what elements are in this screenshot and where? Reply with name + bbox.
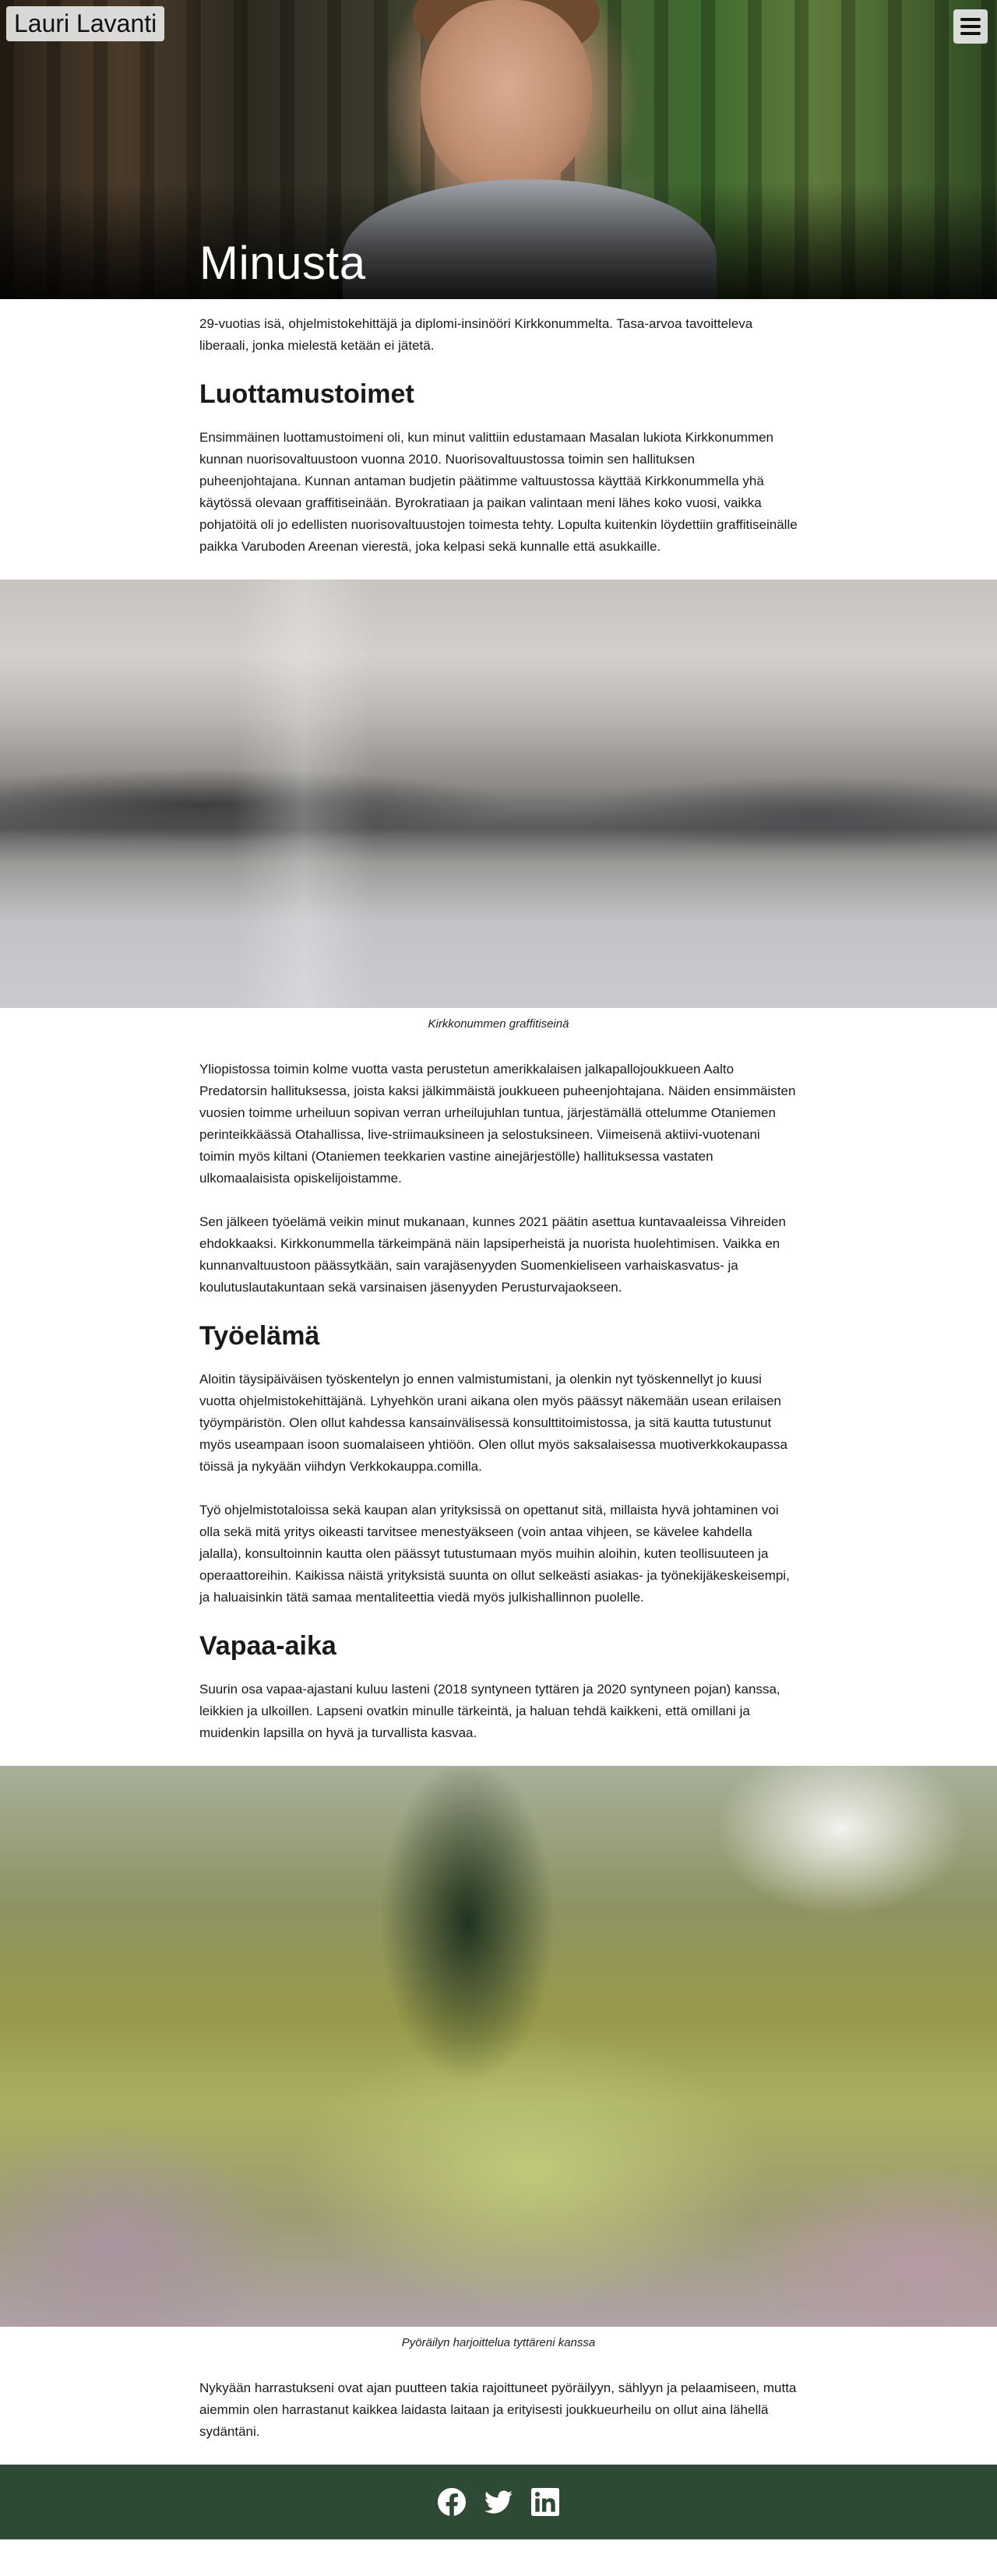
luottamus-continued: Yliopistossa toimin kolme vuotta vasta p… — [199, 1059, 798, 1744]
cycling-practice-image — [0, 1766, 997, 2327]
vapaa-continued: Nykyään harrastukseni ovat ajan puutteen… — [199, 2377, 798, 2443]
vapaa-paragraph-2: Nykyään harrastukseni ovat ajan puutteen… — [199, 2380, 797, 2439]
site-footer — [0, 2465, 997, 2539]
tyoelama-paragraph-1: Aloitin täysipäiväisen työskentelyn jo e… — [199, 1372, 787, 1474]
hero-header: Lauri Lavanti Minusta — [0, 0, 997, 299]
luottamus-section: 29-vuotias isä, ohjelmistokehittäjä ja d… — [199, 299, 798, 558]
section-heading-tyoelama: Työelämä — [199, 1321, 320, 1351]
page-title: Minusta — [199, 237, 366, 289]
section-heading-luottamustoimet: Luottamustoimet — [199, 379, 414, 409]
menu-icon-bar — [960, 18, 981, 21]
graffiti-wall-image — [0, 580, 997, 1008]
tyoelama-paragraph-2: Työ ohjelmistotaloissa sekä kaupan alan … — [199, 1503, 790, 1605]
cycling-image-caption: Pyöräilyn harjoittelua tyttäreni kanssa — [401, 2336, 596, 2349]
hero-shade — [0, 182, 997, 299]
luottamus-paragraph-2: Yliopistossa toimin kolme vuotta vasta p… — [199, 1062, 796, 1186]
vapaa-paragraph-1: Suurin osa vapaa-ajastani kuluu lasteni … — [199, 1682, 780, 1740]
section-heading-vapaa-aika: Vapaa-aika — [199, 1631, 336, 1661]
linkedin-link[interactable] — [531, 2488, 559, 2516]
facebook-icon — [438, 2488, 466, 2516]
linkedin-icon — [531, 2488, 559, 2516]
luottamus-paragraph-1: Ensimmäinen luottamustoimeni oli, kun mi… — [199, 430, 798, 554]
hamburger-menu-button[interactable] — [953, 9, 988, 44]
portrait-face — [421, 0, 592, 195]
intro-text: 29-vuotias isä, ohjelmistokehittäjä ja d… — [199, 316, 753, 353]
twitter-link[interactable] — [484, 2488, 513, 2516]
site-title-link[interactable]: Lauri Lavanti — [6, 6, 165, 41]
menu-icon-bar — [960, 32, 981, 35]
menu-icon-bar — [960, 25, 981, 28]
twitter-icon — [484, 2490, 513, 2514]
graffiti-image-caption: Kirkkonummen graffitiseinä — [428, 1017, 569, 1031]
luottamus-paragraph-3: Sen jälkeen työelämä veikin minut mukana… — [199, 1214, 786, 1295]
facebook-link[interactable] — [438, 2488, 466, 2516]
